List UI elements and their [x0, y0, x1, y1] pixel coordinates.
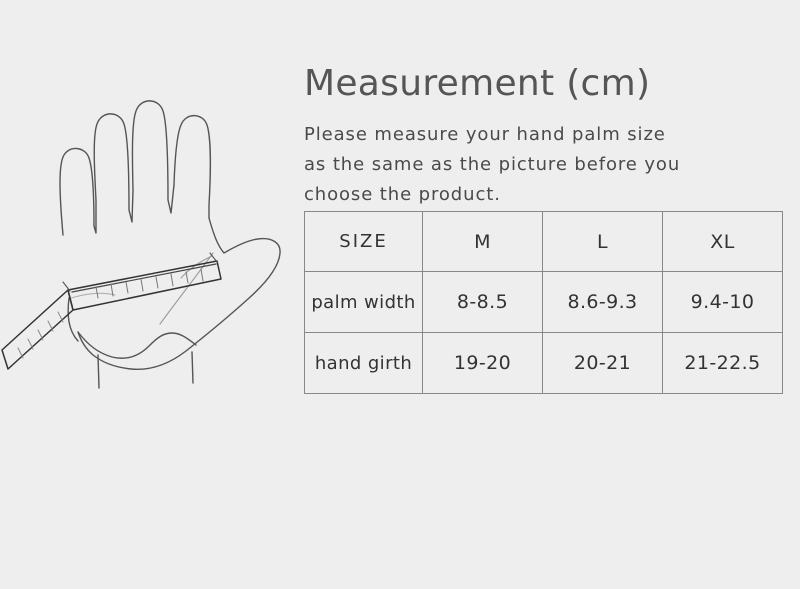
measuring-tape-tail — [1, 289, 74, 370]
measurement-size-chart: Measurement (cm) Please measure your han… — [0, 0, 800, 589]
header-cell-l: L — [542, 211, 663, 272]
row-label-palm-width: palm width — [304, 271, 423, 333]
header-cell-m: M — [422, 211, 543, 272]
measuring-tape-band — [67, 260, 222, 311]
measuring-tape-tail-ticks — [17, 311, 64, 359]
cell-hand-girth-xl: 21-22.5 — [662, 332, 783, 394]
header-cell-xl: XL — [662, 211, 783, 272]
description-line-2: as the same as the picture before you — [304, 154, 681, 175]
description-line-1: Please measure your hand palm size — [304, 124, 666, 145]
page-title: Measurement (cm) — [304, 63, 651, 104]
palm-bottom-contour — [77, 331, 197, 359]
description-text: Please measure your hand palm size as th… — [304, 120, 724, 210]
cell-hand-girth-l: 20-21 — [542, 332, 663, 394]
tape-hand-connector-right — [209, 252, 218, 263]
table-row-palm-width: palm width 8-8.5 8.6-9.3 9.4-10 — [304, 271, 783, 333]
wrist-line-left — [97, 354, 100, 389]
palm-left-contour — [67, 297, 79, 342]
row-label-hand-girth: hand girth — [304, 332, 423, 394]
description-line-3: choose the product. — [304, 184, 501, 205]
cell-palm-width-m: 8-8.5 — [422, 271, 543, 333]
cell-palm-width-l: 8.6-9.3 — [542, 271, 663, 333]
table-row-hand-girth: hand girth 19-20 20-21 21-22.5 — [304, 332, 783, 394]
cell-hand-girth-m: 19-20 — [422, 332, 543, 394]
hand-measurement-illustration — [0, 40, 300, 410]
tape-hand-connector-left — [62, 281, 71, 292]
wrist-line-right — [191, 351, 194, 384]
table-header-row: SIZE M L XL — [304, 211, 783, 272]
header-cell-size: SIZE — [304, 211, 423, 272]
hand-outline — [59, 100, 212, 236]
size-chart-table: SIZE M L XL palm width 8-8.5 8.6-9.3 9.4… — [304, 211, 783, 394]
cell-palm-width-xl: 9.4-10 — [662, 271, 783, 333]
palm-thenar-line — [70, 292, 116, 299]
